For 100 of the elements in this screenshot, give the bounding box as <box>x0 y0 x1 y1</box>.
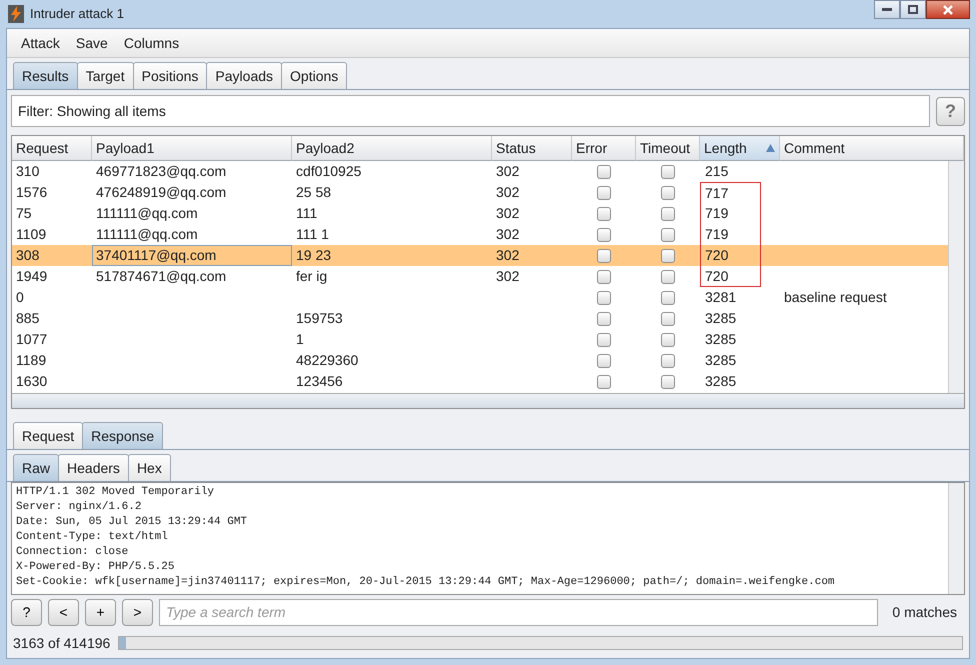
table-cell-text: 476248919@qq.com <box>96 183 226 202</box>
table-cell-text: 3285 <box>705 330 736 349</box>
search-nav-button[interactable]: < <box>48 598 79 626</box>
table-cell-text: 719 <box>705 225 728 244</box>
table-cell-text: 517874671@qq.com <box>96 267 226 286</box>
table-cell-text: 719 <box>705 204 728 223</box>
checkbox[interactable] <box>661 164 675 178</box>
column-header[interactable]: Length <box>700 136 780 161</box>
menu-item[interactable]: Save <box>70 30 114 56</box>
checkbox[interactable] <box>661 312 675 326</box>
table-cell-text: 111111@qq.com <box>96 225 198 244</box>
column-header[interactable]: Payload1 <box>92 136 292 161</box>
table-cell-text: 1949 <box>16 267 48 286</box>
column-header[interactable]: Payload2 <box>292 136 492 161</box>
table-cell-text: 1189 <box>16 351 46 370</box>
table-cell-text: fer ig <box>296 267 328 286</box>
table-cell-text: 308 <box>16 246 40 265</box>
filter-bar[interactable]: Filter: Showing all items <box>11 95 930 127</box>
table-cell-text: 111 1 <box>296 225 329 244</box>
table-cell-text: 75 <box>16 204 32 223</box>
checkbox[interactable] <box>597 206 611 220</box>
response-line: HTTP/1.1 302 Moved Temporarily <box>16 485 214 500</box>
table-cell-text: 310 <box>16 162 40 181</box>
column-header[interactable]: Request <box>12 136 92 161</box>
table-cell-text: 123456 <box>296 372 343 391</box>
table-cell-text: 1077 <box>16 330 48 349</box>
help-button[interactable]: ? <box>936 96 965 126</box>
table-row[interactable]: 308 37401117@qq.com 19 23 302 720 <box>12 245 948 266</box>
column-header[interactable]: Timeout <box>636 136 700 161</box>
checkbox[interactable] <box>597 354 611 368</box>
vertical-scrollbar[interactable] <box>948 483 964 594</box>
checkbox[interactable] <box>597 312 611 326</box>
response-line: Date: Sun, 05 Jul 2015 13:29:44 GMT <box>16 515 248 530</box>
tab[interactable]: Request <box>13 422 84 449</box>
table-cell-text: 1576 <box>16 183 48 202</box>
checkbox[interactable] <box>597 186 611 200</box>
tab[interactable]: Results <box>13 62 78 89</box>
table-cell-text: 720 <box>705 246 728 265</box>
search-nav-button[interactable]: ? <box>11 598 42 626</box>
table-cell-text: 111 <box>296 204 318 223</box>
vertical-scrollbar[interactable] <box>948 161 964 393</box>
tab[interactable]: Options <box>281 62 348 89</box>
response-line: Set-Cookie: wfk[username]=jin37401117; expires=Mon, 20-Jul-2015 13:29:44 GMT; Max-Age=1296000; path=/; domain=.weifengke.com <box>16 575 835 590</box>
table-cell-text: 0 <box>16 288 24 307</box>
checkbox[interactable] <box>661 228 675 242</box>
checkbox[interactable] <box>597 248 611 262</box>
tab[interactable]: Target <box>76 62 134 89</box>
table-cell-text: 25 58 <box>296 183 332 202</box>
sort-ascending-icon <box>766 144 775 152</box>
table-cell-text: 37401117@qq.com <box>96 246 216 265</box>
checkbox[interactable] <box>597 332 611 346</box>
horizontal-scrollbar[interactable] <box>12 393 964 408</box>
response-line: X-Powered-By: PHP/5.5.25 <box>16 560 174 575</box>
checkbox[interactable] <box>597 228 611 242</box>
tab[interactable]: Headers <box>58 454 129 481</box>
response-line: Content-Type: text/html <box>16 530 168 545</box>
match-count: 0 matches <box>891 602 958 622</box>
checkbox[interactable] <box>597 270 611 284</box>
table-cell-text: 1 <box>296 330 304 349</box>
table-cell-text: 302 <box>496 162 520 181</box>
maximize-button[interactable] <box>900 0 926 19</box>
table-cell-text: 885 <box>16 309 40 328</box>
close-icon <box>943 4 953 14</box>
response-line: Server: nginx/1.6.2 <box>16 500 142 515</box>
menu-item[interactable]: Attack <box>15 30 66 56</box>
checkbox[interactable] <box>661 206 675 220</box>
tab[interactable]: Response <box>82 422 164 449</box>
checkbox[interactable] <box>661 332 675 346</box>
column-header[interactable]: Comment <box>780 136 964 161</box>
tab[interactable]: Raw <box>13 454 60 481</box>
search-field[interactable]: Type a search term <box>159 598 878 626</box>
checkbox[interactable] <box>661 186 675 200</box>
window-title: Intruder attack 1 <box>30 5 124 24</box>
tab[interactable]: Payloads <box>206 62 282 89</box>
checkbox[interactable] <box>661 290 675 304</box>
search-nav-button[interactable]: > <box>122 598 153 626</box>
search-nav-button[interactable]: + <box>85 598 116 626</box>
table-cell-text: 111111@qq.com <box>96 204 198 223</box>
table-cell-text: 1630 <box>16 372 48 391</box>
close-button[interactable] <box>926 0 970 19</box>
table-cell-text: 48229360 <box>296 351 358 370</box>
table-cell-text: 19 23 <box>296 246 332 265</box>
response-line: Connection: close <box>16 545 128 560</box>
checkbox[interactable] <box>597 290 611 304</box>
tab[interactable]: Hex <box>128 454 171 481</box>
column-header[interactable]: Status <box>492 136 572 161</box>
table-cell-text: 302 <box>496 225 520 244</box>
checkbox[interactable] <box>661 374 675 388</box>
checkbox[interactable] <box>661 248 675 262</box>
table-cell-text: 3281 <box>705 288 736 307</box>
checkbox[interactable] <box>661 354 675 368</box>
table-cell-text: 159753 <box>296 309 343 328</box>
checkbox[interactable] <box>597 374 611 388</box>
checkbox[interactable] <box>661 270 675 284</box>
tab[interactable]: Positions <box>132 62 208 89</box>
column-header[interactable]: Error <box>572 136 636 161</box>
minimize-button[interactable] <box>874 0 900 19</box>
table-cell-text: 720 <box>705 266 728 286</box>
checkbox[interactable] <box>597 164 611 178</box>
menu-item[interactable]: Columns <box>118 30 186 56</box>
